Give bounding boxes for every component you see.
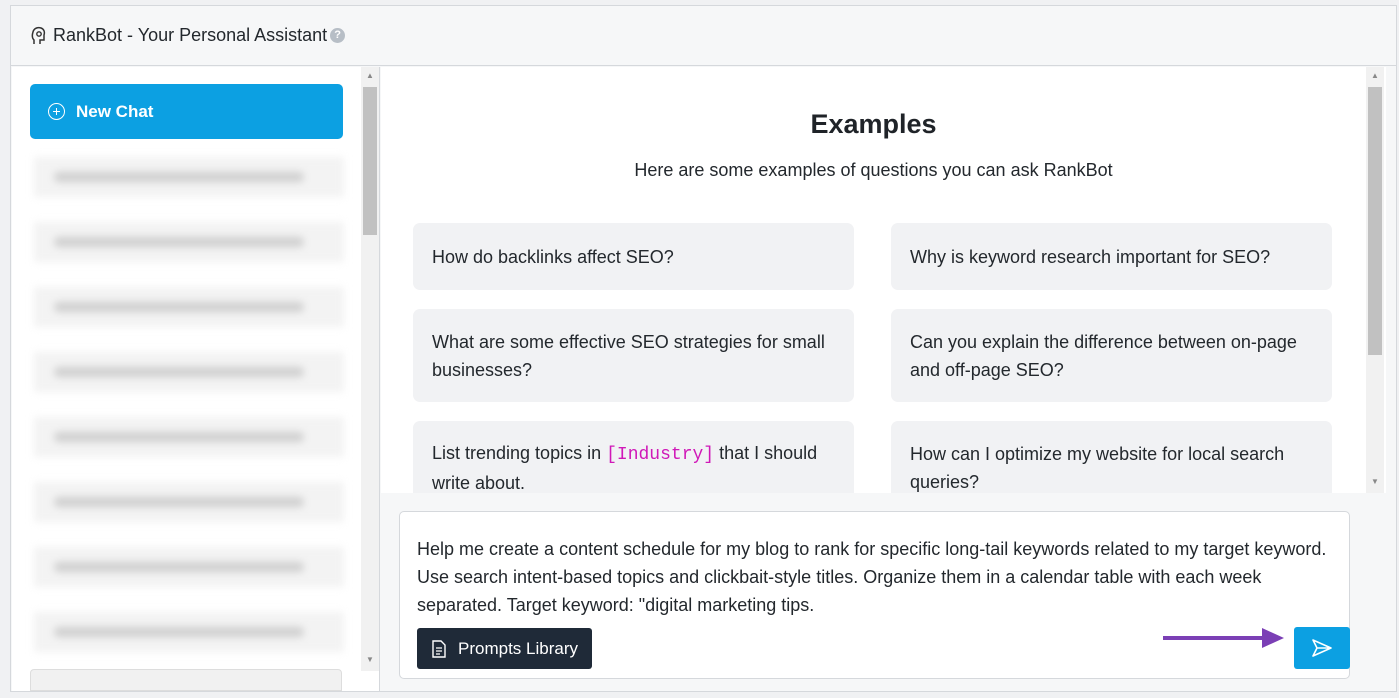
chat-history-item[interactable]	[34, 222, 344, 262]
annotation-arrow	[1163, 636, 1268, 640]
chat-history-item[interactable]	[34, 417, 344, 457]
send-button[interactable]	[1294, 627, 1350, 669]
new-chat-button[interactable]: New Chat	[30, 84, 343, 139]
example-text: Can you explain the difference between o…	[910, 331, 1297, 380]
chat-history-sidebar: New Chat ▲ ▼	[12, 67, 380, 691]
example-text: How do backlinks affect SEO?	[432, 246, 674, 267]
scroll-down-arrow-icon[interactable]: ▼	[366, 655, 374, 664]
example-card[interactable]: Why is keyword research important for SE…	[891, 223, 1332, 290]
example-text-part: List trending topics in	[432, 442, 607, 463]
document-icon	[432, 639, 446, 658]
example-text: How can I optimize my website for local …	[910, 443, 1285, 492]
chat-history-item[interactable]	[34, 547, 344, 587]
example-card[interactable]: What are some effective SEO strategies f…	[413, 309, 854, 402]
example-text: List trending topics in [Industry] that …	[432, 439, 835, 494]
plus-circle-icon	[48, 103, 65, 120]
sidebar-scrollbar[interactable]: ▲ ▼	[361, 67, 379, 671]
scrollbar-thumb[interactable]	[1368, 87, 1382, 355]
example-text: What are some effective SEO strategies f…	[432, 331, 825, 380]
chat-history-item[interactable]	[34, 482, 344, 522]
sidebar-horizontal-scrollbar[interactable]	[30, 669, 342, 691]
example-card[interactable]: List trending topics in [Industry] that …	[413, 421, 854, 493]
send-icon	[1312, 639, 1332, 657]
page-title: RankBot - Your Personal Assistant	[53, 25, 328, 45]
panel-header: RankBot - Your Personal Assistant ?	[11, 6, 1396, 66]
examples-subtitle: Here are some examples of questions you …	[634, 160, 1113, 180]
scroll-up-arrow-icon[interactable]: ▲	[366, 71, 374, 80]
example-card[interactable]: Can you explain the difference between o…	[891, 309, 1332, 402]
prompts-library-button[interactable]: Prompts Library	[417, 628, 592, 669]
examples-title: Examples	[810, 109, 937, 139]
rankbot-logo-icon	[31, 26, 46, 44]
scroll-down-arrow-icon[interactable]: ▼	[1371, 477, 1379, 486]
chat-history-item[interactable]	[34, 157, 344, 197]
message-input[interactable]: Help me create a content schedule for my…	[417, 535, 1342, 619]
scrollbar-thumb[interactable]	[363, 87, 377, 235]
main-scrollbar[interactable]: ▲ ▼	[1366, 67, 1384, 493]
placeholder-code: [Industry]	[606, 444, 715, 465]
scroll-up-arrow-icon[interactable]: ▲	[1371, 71, 1379, 80]
example-card[interactable]: How can I optimize my website for local …	[891, 421, 1332, 493]
prompts-library-label: Prompts Library	[458, 638, 578, 658]
chat-history-item[interactable]	[34, 287, 344, 327]
example-text: Why is keyword research important for SE…	[910, 246, 1271, 267]
new-chat-label: New Chat	[76, 101, 154, 121]
chat-history-item[interactable]	[34, 612, 344, 652]
rankbot-panel: RankBot - Your Personal Assistant ? New …	[10, 5, 1397, 692]
message-input-box[interactable]: Help me create a content schedule for my…	[399, 511, 1350, 679]
examples-panel: Examples Here are some examples of quest…	[381, 67, 1386, 493]
help-icon[interactable]: ?	[330, 28, 346, 43]
annotation-arrowhead	[1262, 628, 1284, 648]
chat-history-item[interactable]	[34, 352, 344, 392]
example-card[interactable]: How do backlinks affect SEO?	[413, 223, 854, 290]
